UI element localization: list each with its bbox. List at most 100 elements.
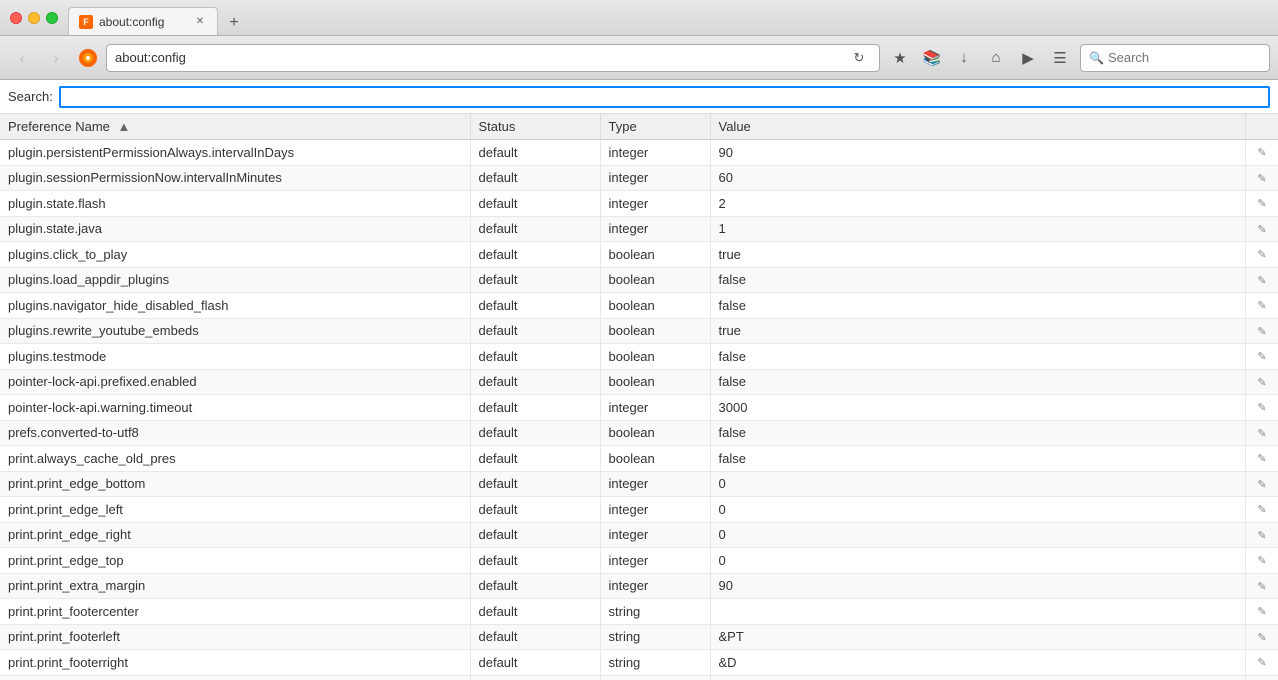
table-row[interactable]: prefs.converted-to-utf8defaultbooleanfal… [0,420,1278,446]
table-row[interactable]: print.print_footerleftdefaultstring&PT✎ [0,624,1278,650]
cell-action[interactable]: ✎ [1246,471,1278,497]
cell-status: default [470,471,600,497]
edit-icon[interactable]: ✎ [1254,196,1270,212]
col-header-type[interactable]: Type [600,114,710,140]
table-row[interactable]: pointer-lock-api.warning.timeoutdefaulti… [0,395,1278,421]
edit-icon[interactable]: ✎ [1254,221,1270,237]
edit-icon[interactable]: ✎ [1254,425,1270,441]
edit-icon[interactable]: ✎ [1254,247,1270,263]
cell-action[interactable]: ✎ [1246,165,1278,191]
edit-icon[interactable]: ✎ [1254,323,1270,339]
edit-icon[interactable]: ✎ [1254,629,1270,645]
table-row[interactable]: plugin.sessionPermissionNow.intervalInMi… [0,165,1278,191]
table-row[interactable]: plugins.load_appdir_pluginsdefaultboolea… [0,267,1278,293]
edit-icon[interactable]: ✎ [1254,170,1270,186]
col-header-status[interactable]: Status [470,114,600,140]
cell-action[interactable]: ✎ [1246,497,1278,523]
download-button[interactable]: ↓ [950,44,978,72]
edit-icon[interactable]: ✎ [1254,604,1270,620]
cell-type: integer [600,395,710,421]
edit-icon[interactable]: ✎ [1254,145,1270,161]
search-bar[interactable]: 🔍 [1080,44,1270,72]
cell-action[interactable]: ✎ [1246,344,1278,370]
cell-action[interactable]: ✎ [1246,140,1278,166]
bookmark-star-button[interactable]: ★ [886,44,914,72]
config-search-bar: Search: [0,80,1278,114]
pocket-button[interactable]: ▶ [1014,44,1042,72]
cell-action[interactable]: ✎ [1246,395,1278,421]
cell-pref-name: plugins.load_appdir_plugins [0,267,470,293]
table-row[interactable]: print.print_edge_leftdefaultinteger0✎ [0,497,1278,523]
table-row[interactable]: print.print_extra_margindefaultinteger90… [0,573,1278,599]
close-button[interactable] [10,12,22,24]
cell-action[interactable]: ✎ [1246,522,1278,548]
table-row[interactable]: plugins.navigator_hide_disabled_flashdef… [0,293,1278,319]
reload-button[interactable]: ↻ [847,46,871,70]
cell-action[interactable]: ✎ [1246,548,1278,574]
cell-action[interactable]: ✎ [1246,599,1278,625]
maximize-button[interactable] [46,12,58,24]
bookmark-list-button[interactable]: 📚 [918,44,946,72]
edit-icon[interactable]: ✎ [1254,400,1270,416]
table-row[interactable]: print.print_edge_rightdefaultinteger0✎ [0,522,1278,548]
back-button[interactable]: ‹ [8,44,36,72]
edit-icon[interactable]: ✎ [1254,527,1270,543]
search-input[interactable] [1108,50,1258,65]
edit-icon[interactable]: ✎ [1254,298,1270,314]
cell-status: default [470,522,600,548]
cell-pref-name: pointer-lock-api.prefixed.enabled [0,369,470,395]
home-button[interactable]: ⌂ [982,44,1010,72]
cell-status: default [470,650,600,676]
cell-action[interactable]: ✎ [1246,242,1278,268]
cell-type: string [600,675,710,680]
table-row[interactable]: plugins.click_to_playdefaultbooleantrue✎ [0,242,1278,268]
minimize-button[interactable] [28,12,40,24]
edit-icon[interactable]: ✎ [1254,451,1270,467]
menu-button[interactable]: ☰ [1046,44,1074,72]
tab-close-button[interactable]: ✕ [193,15,207,29]
table-row[interactable]: pointer-lock-api.prefixed.enableddefault… [0,369,1278,395]
cell-action[interactable]: ✎ [1246,420,1278,446]
table-row[interactable]: print.print_edge_topdefaultinteger0✎ [0,548,1278,574]
cell-action[interactable]: ✎ [1246,369,1278,395]
table-row[interactable]: plugins.rewrite_youtube_embedsdefaultboo… [0,318,1278,344]
cell-action[interactable]: ✎ [1246,446,1278,472]
table-row[interactable]: plugin.persistentPermissionAlways.interv… [0,140,1278,166]
table-row[interactable]: print.print_headercenterdefaultstring✎ [0,675,1278,680]
cell-action[interactable]: ✎ [1246,216,1278,242]
col-header-value[interactable]: Value [710,114,1246,140]
table-row[interactable]: print.print_footerrightdefaultstring&D✎ [0,650,1278,676]
table-row[interactable]: plugin.state.javadefaultinteger1✎ [0,216,1278,242]
edit-icon[interactable]: ✎ [1254,655,1270,671]
cell-action[interactable]: ✎ [1246,624,1278,650]
edit-icon[interactable]: ✎ [1254,502,1270,518]
cell-action[interactable]: ✎ [1246,573,1278,599]
new-tab-button[interactable]: + [222,11,246,35]
edit-icon[interactable]: ✎ [1254,476,1270,492]
cell-action[interactable]: ✎ [1246,650,1278,676]
forward-button[interactable]: › [42,44,70,72]
cell-type: integer [600,573,710,599]
cell-action[interactable]: ✎ [1246,293,1278,319]
active-tab[interactable]: F about:config ✕ [68,7,218,35]
col-header-name[interactable]: Preference Name ▲ [0,114,470,140]
config-search-input[interactable] [59,86,1270,108]
edit-icon[interactable]: ✎ [1254,272,1270,288]
table-row[interactable]: plugin.state.flashdefaultinteger2✎ [0,191,1278,217]
table-row[interactable]: print.print_edge_bottomdefaultinteger0✎ [0,471,1278,497]
table-row[interactable]: print.always_cache_old_presdefaultboolea… [0,446,1278,472]
table-row[interactable]: plugins.testmodedefaultbooleanfalse✎ [0,344,1278,370]
cell-pref-name: print.always_cache_old_pres [0,446,470,472]
url-bar[interactable]: about:config ↻ [106,44,880,72]
edit-icon[interactable]: ✎ [1254,349,1270,365]
cell-action[interactable]: ✎ [1246,267,1278,293]
edit-icon[interactable]: ✎ [1254,553,1270,569]
cell-pref-name: plugins.navigator_hide_disabled_flash [0,293,470,319]
cell-action[interactable]: ✎ [1246,675,1278,680]
cell-value: &PT [710,624,1246,650]
cell-action[interactable]: ✎ [1246,318,1278,344]
edit-icon[interactable]: ✎ [1254,578,1270,594]
cell-action[interactable]: ✎ [1246,191,1278,217]
table-row[interactable]: print.print_footercenterdefaultstring✎ [0,599,1278,625]
edit-icon[interactable]: ✎ [1254,374,1270,390]
